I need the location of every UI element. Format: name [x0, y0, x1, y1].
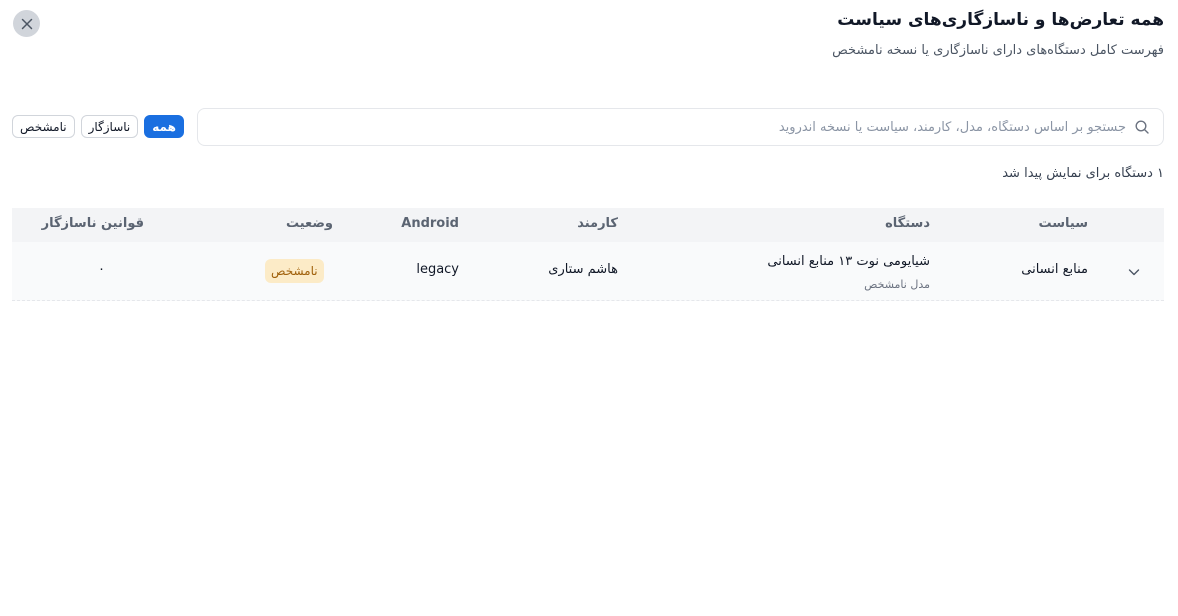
column-policy: سیاست — [1038, 216, 1088, 231]
result-count: ۱ دستگاه برای نمایش پیدا شد — [1002, 166, 1164, 181]
cell-policy: منابع انسانی — [1021, 262, 1088, 277]
filter-all-button[interactable]: همه — [144, 115, 184, 138]
chevron-down-icon[interactable] — [1126, 264, 1142, 280]
devices-table: سیاست دستگاه کارمند Android وضعیت قوانین… — [12, 208, 1164, 301]
cell-android: legacy — [416, 262, 459, 277]
search-box — [197, 108, 1164, 146]
column-device: دستگاه — [885, 216, 930, 231]
dialog-subtitle: فهرست کامل دستگاه‌های دارای ناسازگاری یا… — [832, 43, 1164, 58]
cell-device-model: مدل نامشخص — [864, 278, 930, 291]
table-header: سیاست دستگاه کارمند Android وضعیت قوانین… — [12, 208, 1164, 242]
filter-group: نامشخص ناسازگار همه — [12, 115, 184, 138]
status-badge: نامشخص — [265, 259, 324, 283]
filter-incompatible-button[interactable]: ناسازگار — [80, 115, 139, 138]
cell-device: شیایومی نوت ۱۳ منابع انسانی — [767, 254, 930, 269]
column-status: وضعیت — [285, 216, 333, 231]
search-input[interactable] — [198, 109, 1126, 145]
dialog-title: همه تعارض‌ها و ناسازگاری‌های سیاست — [837, 10, 1164, 30]
column-employee: کارمند — [577, 216, 618, 231]
column-android: Android — [401, 216, 459, 231]
cell-employee: هاشم ستاری — [548, 262, 618, 277]
table-row[interactable]: منابع انسانی شیایومی نوت ۱۳ منابع انسانی… — [12, 242, 1164, 301]
policy-conflicts-dialog: همه تعارض‌ها و ناسازگاری‌های سیاست فهرست… — [0, 0, 1178, 616]
cell-rules-count: ۰ — [98, 262, 105, 277]
close-button[interactable] — [13, 10, 40, 37]
filter-unknown-button[interactable]: نامشخص — [12, 115, 75, 138]
column-rules: قوانین ناسازگار — [41, 216, 144, 231]
close-icon — [21, 18, 32, 29]
search-icon — [1134, 119, 1150, 135]
